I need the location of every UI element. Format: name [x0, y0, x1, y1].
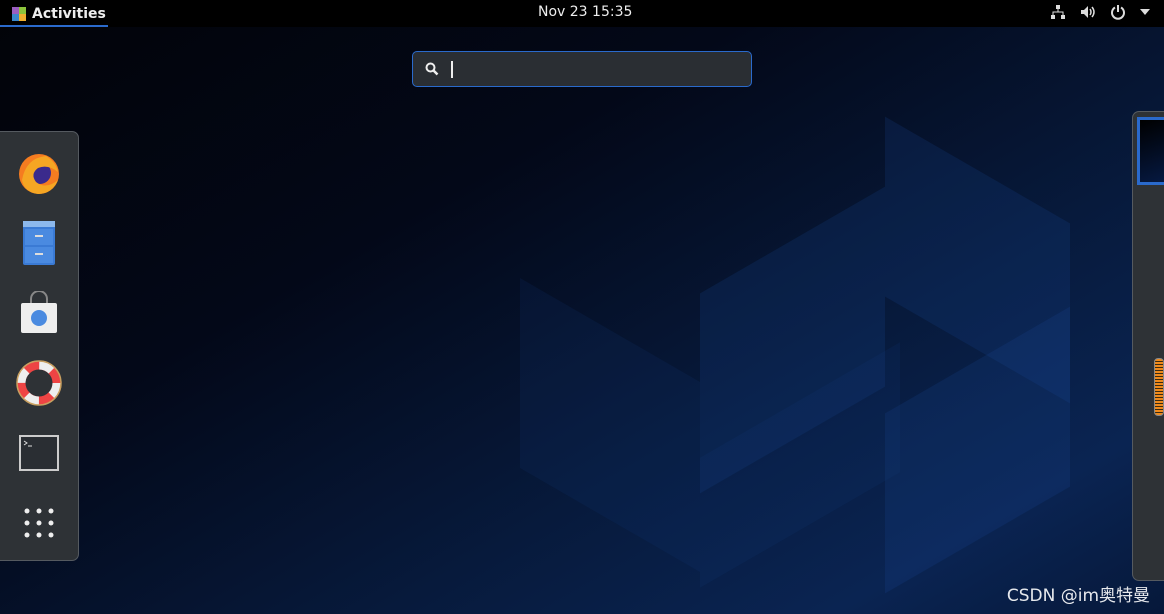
activities-label: Activities	[32, 5, 106, 22]
dash-app-software[interactable]	[14, 288, 64, 338]
app-grid-icon	[24, 508, 53, 538]
system-menu[interactable]	[1050, 4, 1150, 20]
top-bar: Activities Nov 23 15:35	[0, 0, 1164, 27]
distro-logo-icon	[12, 6, 26, 21]
network-icon	[1051, 5, 1065, 19]
watermark: CSDN @im奥特曼	[1006, 586, 1150, 606]
dash-app-firefox[interactable]	[14, 148, 64, 198]
dash-app-terminal[interactable]	[14, 428, 64, 478]
text-cursor	[451, 60, 453, 78]
shopping-bag-icon	[20, 291, 57, 333]
lifebuoy-icon	[15, 360, 62, 406]
dash-app-files[interactable]	[14, 218, 64, 268]
search-box[interactable]	[412, 51, 752, 87]
dash	[0, 131, 79, 561]
dropdown-arrow-icon	[1140, 9, 1150, 15]
volume-icon	[1081, 6, 1095, 18]
search-icon	[425, 62, 439, 76]
workspace-switcher	[1132, 111, 1164, 581]
clock[interactable]: Nov 23 15:35	[538, 4, 632, 20]
workspace-scroll-handle[interactable]	[1154, 358, 1164, 416]
power-icon	[1111, 5, 1125, 20]
dash-app-help[interactable]	[14, 358, 64, 408]
show-applications-button[interactable]	[14, 498, 64, 548]
workspace-thumbnail-active[interactable]	[1137, 117, 1164, 185]
terminal-icon	[18, 435, 59, 471]
file-cabinet-icon	[22, 221, 55, 265]
desktop-background	[0, 0, 1164, 614]
search-input[interactable]	[465, 60, 745, 78]
activities-button[interactable]: Activities	[0, 0, 118, 27]
firefox-icon	[18, 154, 59, 194]
